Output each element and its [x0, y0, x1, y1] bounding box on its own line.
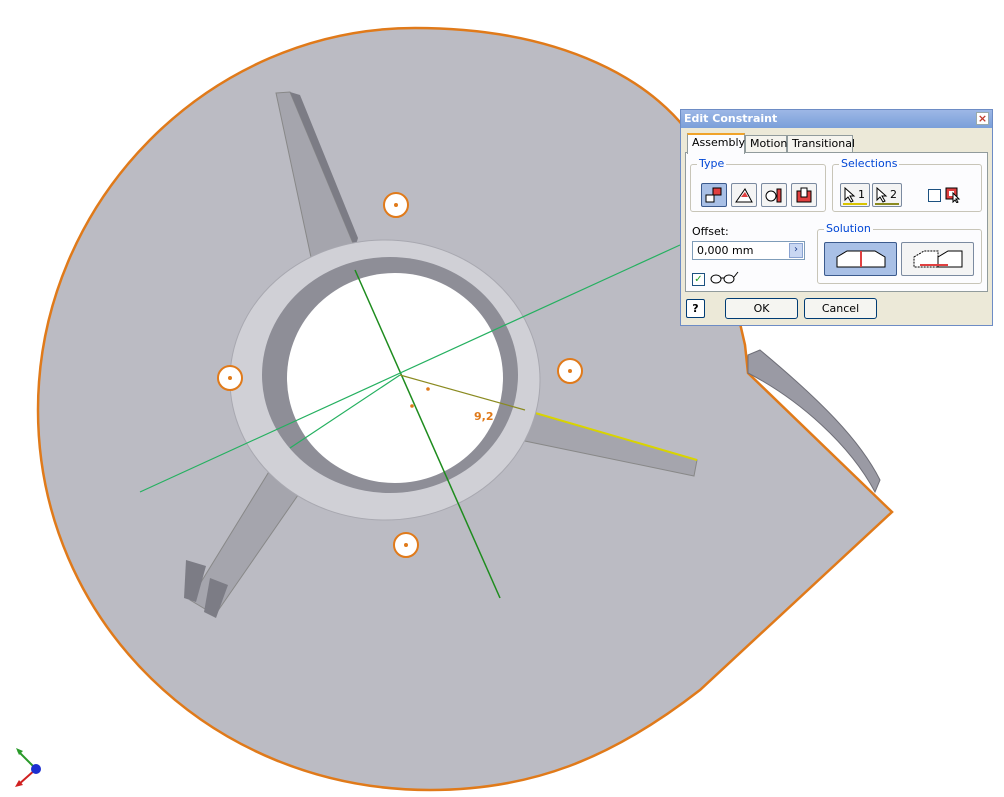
- insert-icon: [796, 187, 812, 203]
- select-first-label: 1: [858, 188, 865, 201]
- flush-solution-icon: [913, 250, 963, 268]
- mate-solution-button[interactable]: [824, 242, 897, 276]
- predict-offset-icon: [945, 187, 961, 203]
- type-group: Type: [690, 157, 826, 212]
- dimension-label[interactable]: 9,2: [474, 410, 494, 423]
- type-group-label: Type: [697, 157, 727, 171]
- select-first-button[interactable]: 1: [840, 183, 870, 207]
- offset-menu-arrow-icon[interactable]: ›: [789, 243, 803, 258]
- center-point: [410, 404, 414, 408]
- help-button[interactable]: ?: [686, 299, 705, 318]
- angle-icon: [735, 188, 753, 203]
- solution-group: Solution: [817, 222, 982, 284]
- assembly-panel: Type Selections 1 2 Offset: 0,000 mm › ✓…: [685, 152, 988, 292]
- dialog-titlebar[interactable]: Edit Constraint ×: [681, 110, 992, 128]
- select-second-label: 2: [890, 188, 897, 201]
- bolt-hole-bottom[interactable]: [393, 532, 419, 558]
- ok-button[interactable]: OK: [725, 298, 798, 319]
- edit-constraint-dialog: Edit Constraint × Assembly Motion Transi…: [680, 109, 993, 326]
- offset-value: 0,000 mm: [697, 244, 754, 257]
- tangent-type-button[interactable]: [761, 183, 787, 207]
- dialog-title: Edit Constraint: [684, 112, 778, 125]
- offset-input[interactable]: 0,000 mm ›: [692, 241, 805, 260]
- flush-solution-button[interactable]: [901, 242, 974, 276]
- select-second-highlight: [875, 203, 899, 205]
- selections-group-label: Selections: [839, 157, 900, 171]
- bolt-hole-top[interactable]: [383, 192, 409, 218]
- select-first-highlight: [843, 203, 867, 205]
- offset-label: Offset:: [692, 225, 729, 238]
- cursor-icon: [844, 187, 856, 203]
- glasses-icon: [710, 271, 739, 284]
- predict-offset-checkbox[interactable]: [928, 189, 941, 202]
- tab-assembly[interactable]: Assembly: [687, 133, 745, 154]
- select-second-button[interactable]: 2: [872, 183, 902, 207]
- mate-icon: [705, 187, 722, 203]
- show-preview-checkbox[interactable]: ✓: [692, 273, 705, 286]
- tangent-icon: [765, 188, 782, 203]
- solution-group-label: Solution: [824, 222, 873, 236]
- selections-group: Selections 1 2: [832, 157, 982, 212]
- cancel-button[interactable]: Cancel: [804, 298, 877, 319]
- tab-transitional[interactable]: Transitional: [787, 135, 855, 153]
- cursor-icon: [876, 187, 888, 203]
- angle-type-button[interactable]: [731, 183, 757, 207]
- close-icon[interactable]: ×: [976, 112, 989, 125]
- bolt-hole-right[interactable]: [557, 358, 583, 384]
- tab-motion[interactable]: Motion: [745, 135, 787, 153]
- coordinate-triad-icon: [15, 748, 41, 787]
- mate-solution-icon: [836, 250, 886, 268]
- center-point-2: [426, 387, 430, 391]
- bolt-hole-left[interactable]: [217, 365, 243, 391]
- insert-type-button[interactable]: [791, 183, 817, 207]
- mate-type-button[interactable]: [701, 183, 727, 207]
